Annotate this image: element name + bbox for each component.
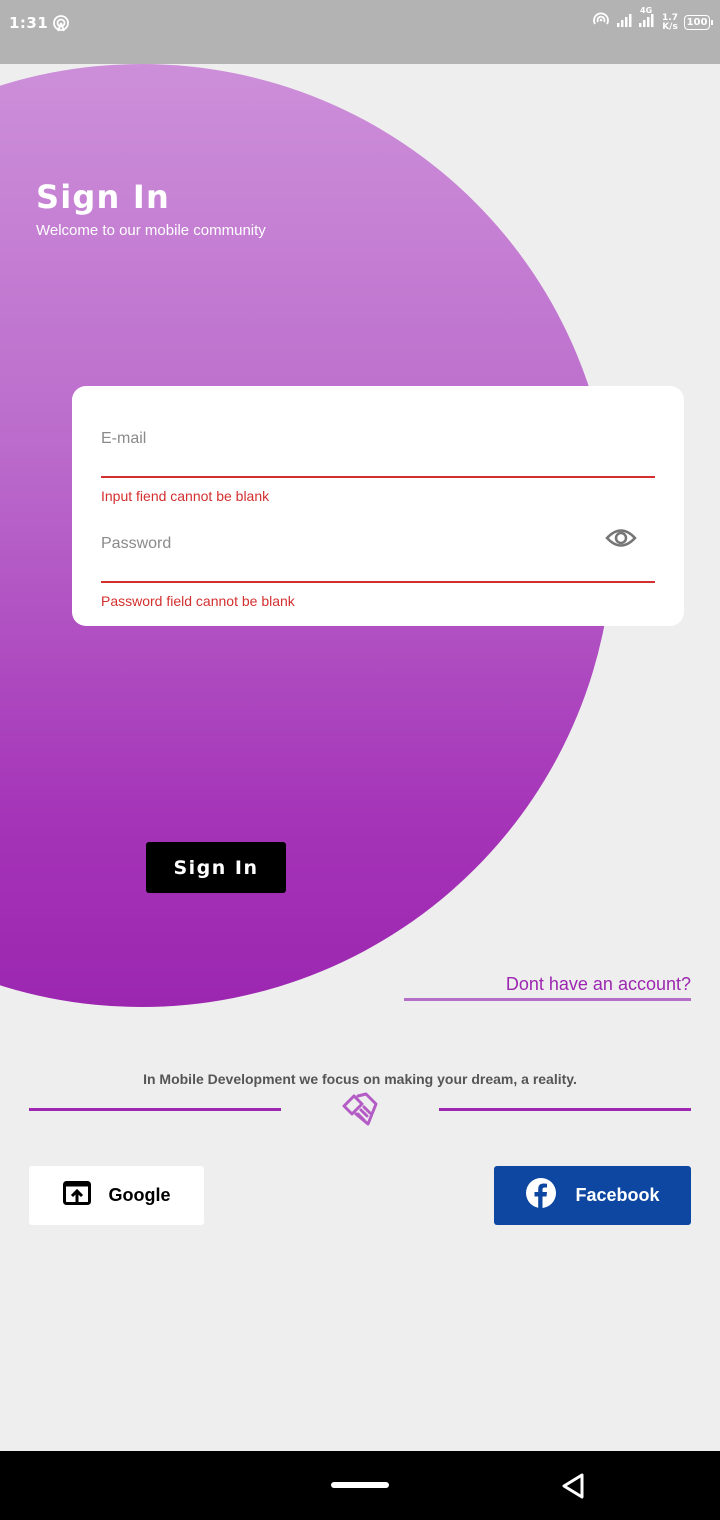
signal-bars-icon — [616, 13, 632, 32]
hotspot-signal-icon — [592, 12, 610, 33]
signin-form-card: E-mail Input fiend cannot be blank Passw… — [72, 386, 684, 626]
facebook-signin-button[interactable]: Facebook — [494, 1166, 691, 1225]
battery-icon: 100 — [684, 15, 713, 30]
home-gesture-pill[interactable] — [331, 1482, 389, 1488]
tagline: In Mobile Development we focus on making… — [143, 1071, 577, 1087]
status-right: 4G 1.7 K/s 100 — [592, 6, 713, 33]
facebook-icon — [525, 1177, 557, 1214]
network-type: 4G — [640, 6, 653, 15]
password-error: Password field cannot be blank — [101, 593, 295, 609]
status-time: 1:31 — [9, 14, 49, 32]
show-password-icon[interactable] — [605, 527, 637, 554]
divider-right — [439, 1108, 691, 1111]
status-bar: 1:31 4G 1.7 K/s 100 — [0, 0, 720, 64]
page-subtitle: Welcome to our mobile community — [36, 222, 266, 239]
password-underline — [101, 581, 655, 583]
speed-unit: K/s — [662, 21, 678, 32]
google-label: Google — [108, 1185, 171, 1205]
facebook-label: Facebook — [575, 1185, 660, 1205]
hotspot-icon — [52, 14, 70, 37]
email-underline — [101, 476, 655, 478]
google-signin-button[interactable]: Google — [29, 1166, 204, 1225]
handshake-icon — [340, 1090, 380, 1135]
page-title: Sign In — [36, 178, 170, 216]
signin-button[interactable]: Sign In — [146, 842, 286, 893]
email-error: Input fiend cannot be blank — [101, 488, 270, 504]
network-speed: 1.7 K/s — [662, 13, 678, 32]
signup-link[interactable]: Dont have an account? — [404, 974, 691, 1001]
open-in-browser-icon — [62, 1181, 91, 1210]
signal-4g-icon: 4G — [638, 6, 656, 33]
email-placeholder: E-mail — [101, 430, 147, 447]
password-placeholder: Password — [101, 535, 172, 552]
divider-left — [29, 1108, 281, 1111]
back-icon[interactable] — [560, 1472, 586, 1505]
